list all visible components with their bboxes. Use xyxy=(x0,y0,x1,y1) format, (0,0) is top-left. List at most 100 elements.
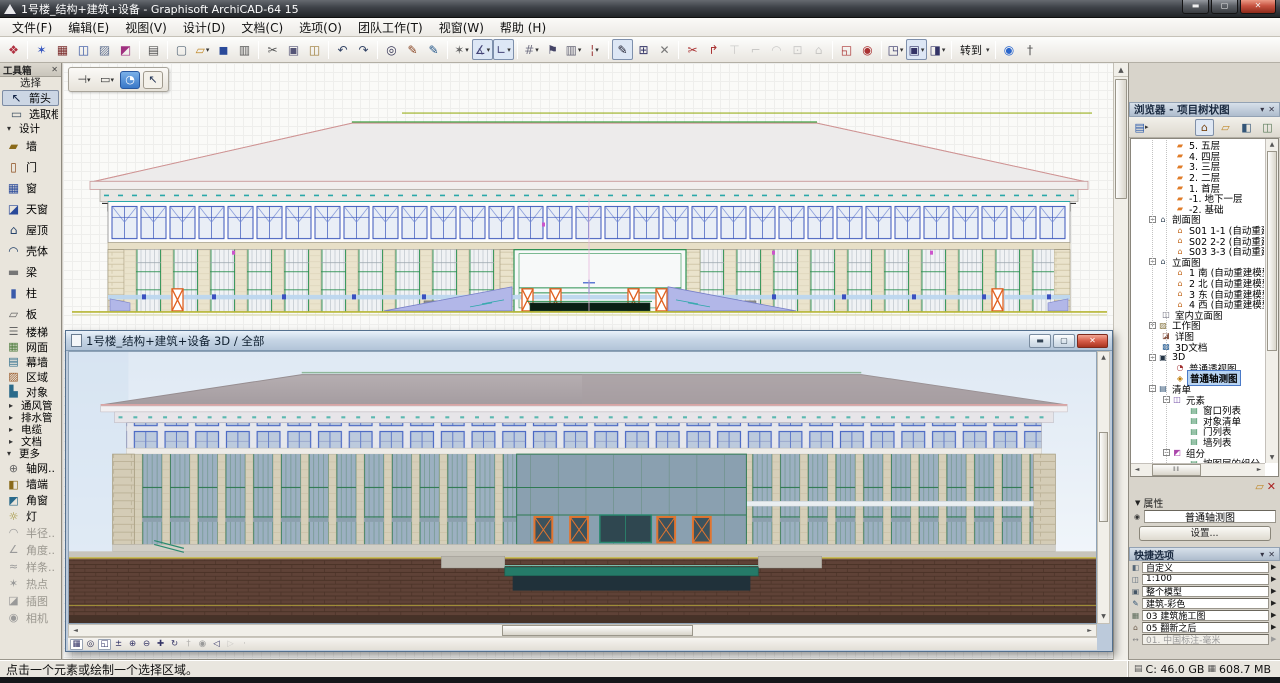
inject-parameters-button[interactable]: ✎ xyxy=(423,39,444,60)
flyout-arrow-icon[interactable]: ▶ xyxy=(1271,599,1278,607)
3d-axonometric-view[interactable] xyxy=(68,351,1097,624)
start-shared-project-button[interactable]: ✶ xyxy=(31,39,52,60)
tree-item[interactable]: ▩3D文档 xyxy=(1131,341,1264,352)
toolbox-item[interactable]: ☰楼梯 xyxy=(0,324,61,339)
dropdown-arrow-icon[interactable]: ▾ xyxy=(487,46,491,54)
orbit-button[interactable]: ↻ xyxy=(168,639,181,650)
toolbox-item[interactable]: ◩角窗 xyxy=(0,492,61,508)
quick-options-header[interactable]: 快捷选项 ▾ ✕ xyxy=(1129,547,1280,561)
dropdown-arrow-icon[interactable]: ▾ xyxy=(465,46,469,54)
resize-button[interactable]: ⊡ xyxy=(787,39,808,60)
redo-button[interactable]: ↷ xyxy=(353,39,374,60)
toolbox-item[interactable]: ▯门 xyxy=(0,156,61,177)
toolbox-item[interactable]: ✶热点 xyxy=(0,575,61,592)
quick-option-value[interactable]: 03 建筑施工图 xyxy=(1142,610,1269,621)
toolbox-item[interactable]: ▸文档 xyxy=(0,435,61,447)
tree-vertical-scrollbar[interactable]: ▲ ▼ xyxy=(1265,139,1278,463)
intersect-button[interactable]: ⌐ xyxy=(745,39,766,60)
flyout-arrow-icon[interactable]: ▶ xyxy=(1271,563,1278,571)
scroll-right-icon[interactable]: ► xyxy=(1253,464,1265,476)
scroll-thumb[interactable] xyxy=(1115,79,1127,199)
toolbox-item[interactable]: ◪天窗 xyxy=(0,198,61,219)
dropdown-arrow-icon[interactable]: ▾ xyxy=(578,46,582,54)
toolbox-item[interactable]: ▭选取框 xyxy=(2,106,59,122)
view-map-button[interactable]: ▱ xyxy=(1216,119,1235,136)
toolbox-item[interactable]: ▾更多 xyxy=(0,447,61,460)
toolbox-item[interactable]: ▸通风管 xyxy=(0,399,61,411)
save-project-button[interactable]: ◼ xyxy=(213,39,234,60)
marquee-flyout-button[interactable]: ▭▾ xyxy=(97,71,117,89)
toolbox-item[interactable]: ▰墙 xyxy=(0,135,61,156)
toolbox-item[interactable]: ▨区域 xyxy=(0,369,61,384)
maximize-button[interactable]: ▢ xyxy=(1211,0,1238,14)
flyout-arrow-icon[interactable]: ▶ xyxy=(1271,635,1278,643)
paste-button[interactable]: ◫ xyxy=(304,39,325,60)
teamwork-project-button[interactable]: ▦ xyxy=(52,39,73,60)
zoom-out-button[interactable]: ⊖ xyxy=(140,639,153,650)
menu-item[interactable]: 团队工作(T) xyxy=(350,18,431,37)
dropdown-arrow-icon[interactable]: ▾ xyxy=(206,46,210,54)
tree-horizontal-scrollbar[interactable]: ◄ ⦀⦀ ► xyxy=(1131,463,1265,476)
south-elevation-drawing[interactable] xyxy=(72,102,1107,328)
scroll-thumb[interactable] xyxy=(1267,151,1277,351)
scroll-up-icon[interactable]: ▲ xyxy=(1114,63,1128,77)
go-to-button[interactable]: 转到▾ xyxy=(955,39,992,60)
copy-button[interactable]: ▣ xyxy=(283,39,304,60)
quick-option-row[interactable]: ✎建筑-彩色▶ xyxy=(1129,597,1280,609)
walk-mode-button[interactable]: † xyxy=(1020,39,1041,60)
cut-button[interactable]: ✂ xyxy=(262,39,283,60)
tree-item[interactable]: ◈普通轴测图 xyxy=(1131,373,1264,384)
print-button[interactable]: ▥ xyxy=(234,39,255,60)
scroll-down-icon[interactable]: ▼ xyxy=(1098,611,1109,623)
project-map-button[interactable]: ⌂ xyxy=(1195,119,1214,136)
toolbox-item[interactable]: ◪插图 xyxy=(0,592,61,609)
toolbox-item[interactable]: ▸排水管 xyxy=(0,411,61,423)
previous-view-button[interactable]: ◁ xyxy=(210,639,223,650)
toolbox-item[interactable]: ▬梁 xyxy=(0,261,61,282)
quick-option-row[interactable]: ◫1:100▶ xyxy=(1129,573,1280,585)
quick-option-row[interactable]: ↔01. 中国标注-毫米▶ xyxy=(1129,633,1280,645)
menu-item[interactable]: 帮助 (H) xyxy=(492,18,554,37)
project-tree[interactable]: ▰5. 五层▰4. 四层▰3. 三层▰2. 二层▰1. 首层▰-1. 地下一层▰… xyxy=(1130,138,1279,477)
3d-window[interactable]: 1号楼_结构+建筑+设备 3D / 全部 ▬ ▢ ✕ xyxy=(65,330,1113,652)
quick-option-value[interactable]: 05 翻新之后 xyxy=(1142,622,1269,633)
dimension-flyout-button[interactable]: ⊣▾ xyxy=(74,71,94,89)
menu-item[interactable]: 视窗(W) xyxy=(431,18,492,37)
fit-in-window-button[interactable]: ◱ xyxy=(98,639,111,650)
split-button[interactable]: ⊤ xyxy=(724,39,745,60)
tree-item[interactable]: ▤对象清单 xyxy=(1131,415,1264,426)
navigator-close-icon[interactable]: ✕ xyxy=(1268,105,1275,114)
window-arrange-button[interactable]: ◨▾ xyxy=(927,39,948,60)
menu-item[interactable]: 文档(C) xyxy=(233,18,291,37)
dropdown-arrow-icon[interactable]: ▾ xyxy=(595,46,599,54)
toolbox-item[interactable]: ⌂屋顶 xyxy=(0,219,61,240)
toolbox-item[interactable]: ◧墙端 xyxy=(0,476,61,492)
project-chooser-button[interactable]: ▤▸ xyxy=(1132,119,1151,136)
minimize-button[interactable]: ▬ xyxy=(1182,0,1209,14)
help-center-button[interactable]: ◉ xyxy=(999,39,1020,60)
look-to-button[interactable]: ◉ xyxy=(196,639,209,650)
close-button[interactable]: ✕ xyxy=(1240,0,1276,14)
scroll-down-icon[interactable]: ▼ xyxy=(1266,452,1278,463)
3d-horizontal-scrollbar[interactable]: ◄ ► xyxy=(68,624,1097,637)
flyout-arrow-icon[interactable]: ▶ xyxy=(1271,623,1278,631)
new-folder-button[interactable]: ▱ xyxy=(1255,480,1263,493)
scroll-thumb[interactable]: ⦀⦀ xyxy=(1152,464,1202,476)
delete-button[interactable]: ✕ xyxy=(1267,480,1276,493)
quick-option-row[interactable]: ▦03 建筑施工图▶ xyxy=(1129,609,1280,621)
flyout-arrow-icon[interactable]: ▶ xyxy=(1271,611,1278,619)
navigator-menu-icon[interactable]: ▾ xyxy=(1260,105,1264,114)
publisher-sets-button[interactable]: ◫ xyxy=(1258,119,1277,136)
quick-options-menu-icon[interactable]: ▾ xyxy=(1260,550,1264,559)
trim-button[interactable]: ✂ xyxy=(682,39,703,60)
toolbox-item[interactable]: ▦窗 xyxy=(0,177,61,198)
zoom-to-selection-button[interactable]: ◎ xyxy=(84,639,97,650)
close-tool-button[interactable]: ✕ xyxy=(654,39,675,60)
fillet-chamfer-button[interactable]: ◠ xyxy=(766,39,787,60)
quick-option-row[interactable]: ⌂05 翻新之后▶ xyxy=(1129,621,1280,633)
pen-sets-button[interactable]: ✎ xyxy=(612,39,633,60)
quick-option-value[interactable]: 建筑-彩色 xyxy=(1142,598,1269,609)
mark-up-button[interactable]: ⚑ xyxy=(542,39,563,60)
scroll-left-icon[interactable]: ◄ xyxy=(69,625,82,636)
trace-reference-button[interactable]: ◱ xyxy=(836,39,857,60)
